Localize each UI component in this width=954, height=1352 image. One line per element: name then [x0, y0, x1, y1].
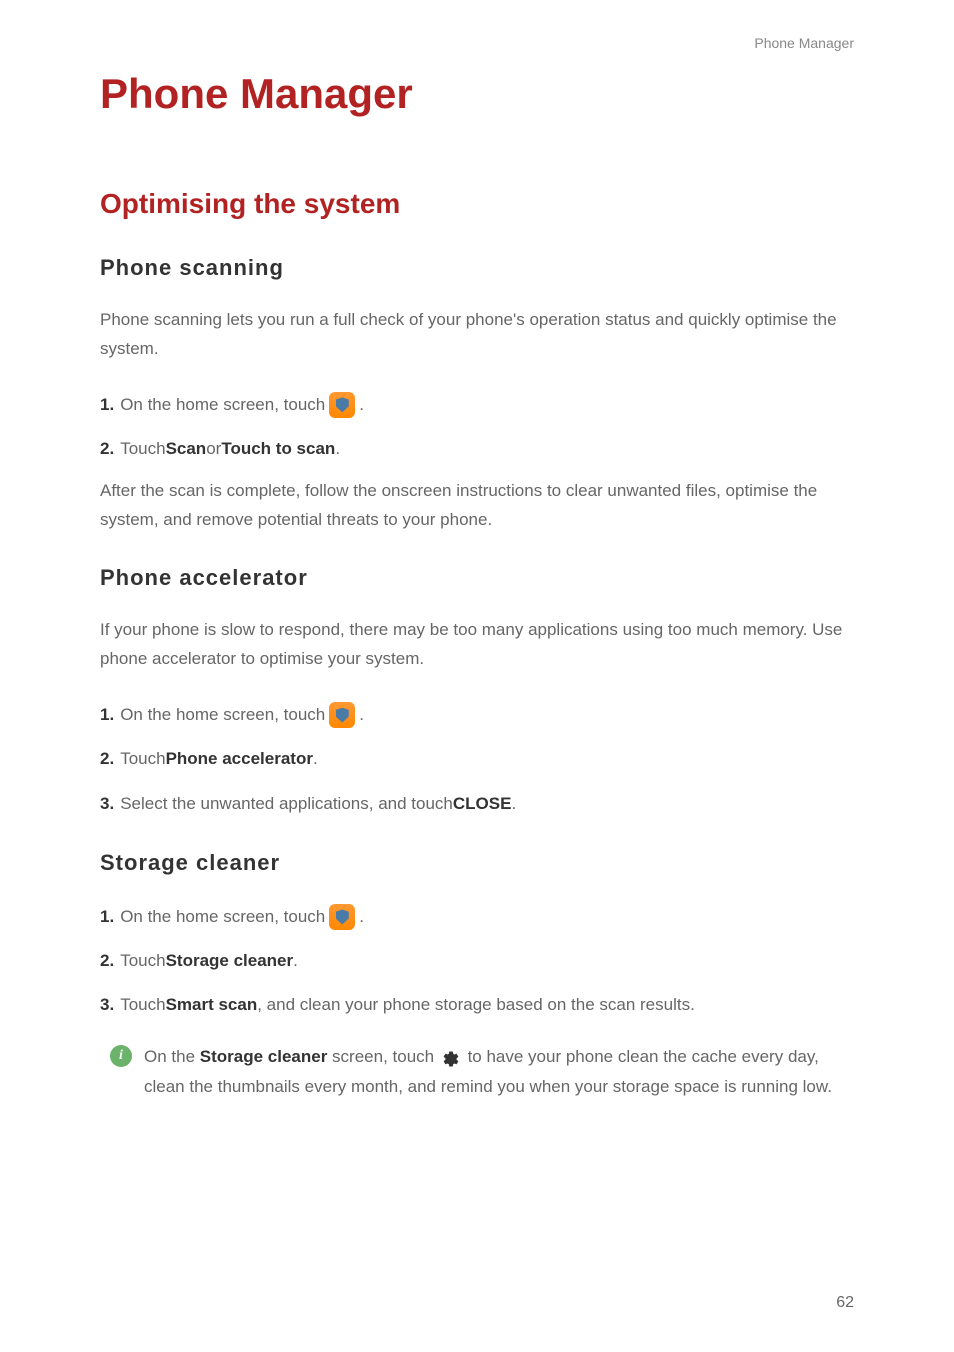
- step-text: Touch: [120, 989, 165, 1021]
- step-text: .: [313, 743, 318, 775]
- storage-cleaner-step1: 1. On the home screen, touch .: [100, 901, 854, 933]
- storage-cleaner-title: Storage cleaner: [100, 850, 854, 876]
- scan-label: Scan: [166, 433, 207, 465]
- storage-cleaner-section: Storage cleaner 1. On the home screen, t…: [100, 850, 854, 1103]
- shield-icon: [336, 397, 349, 412]
- shield-icon: [336, 909, 349, 924]
- close-label: CLOSE: [453, 788, 512, 820]
- header-breadcrumb: Phone Manager: [754, 35, 854, 51]
- section-title: Optimising the system: [100, 188, 854, 220]
- tip-text: On the Storage cleaner screen, touch to …: [144, 1042, 854, 1103]
- step-number: 1.: [100, 699, 114, 731]
- step-text: Select the unwanted applications, and to…: [120, 788, 453, 820]
- tip-mid: screen, touch: [327, 1047, 439, 1066]
- phone-scanning-step2: 2. Touch Scan or Touch to scan .: [100, 433, 854, 465]
- step-period: .: [359, 389, 364, 421]
- shield-icon: [336, 708, 349, 723]
- phone-manager-app-icon: [329, 904, 355, 930]
- storage-cleaner-step3: 3. Touch Smart scan , and clean your pho…: [100, 989, 854, 1021]
- phone-accelerator-label: Phone accelerator: [166, 743, 313, 775]
- page-number: 62: [836, 1294, 854, 1312]
- step-text: .: [293, 945, 298, 977]
- step-text: Touch: [120, 743, 165, 775]
- step-text: or: [206, 433, 221, 465]
- phone-scanning-section: Phone scanning Phone scanning lets you r…: [100, 255, 854, 535]
- storage-cleaner-tip: i On the Storage cleaner screen, touch t…: [110, 1042, 854, 1103]
- step-number: 2.: [100, 743, 114, 775]
- step-period: .: [359, 901, 364, 933]
- page-title: Phone Manager: [100, 70, 854, 118]
- step-text: .: [335, 433, 340, 465]
- step-number: 1.: [100, 901, 114, 933]
- step-number: 3.: [100, 788, 114, 820]
- step-text: On the home screen, touch: [120, 389, 325, 421]
- storage-cleaner-label: Storage cleaner: [200, 1047, 328, 1066]
- step-text: .: [511, 788, 516, 820]
- gear-icon: [442, 1048, 460, 1066]
- phone-manager-app-icon: [329, 702, 355, 728]
- step-text: On the home screen, touch: [120, 901, 325, 933]
- step-period: .: [359, 699, 364, 731]
- smart-scan-label: Smart scan: [166, 989, 258, 1021]
- storage-cleaner-step2: 2. Touch Storage cleaner .: [100, 945, 854, 977]
- tip-pre: On the: [144, 1047, 200, 1066]
- step-text: Touch: [120, 433, 165, 465]
- phone-accelerator-intro: If your phone is slow to respond, there …: [100, 616, 854, 674]
- step-number: 1.: [100, 389, 114, 421]
- phone-scanning-title: Phone scanning: [100, 255, 854, 281]
- step-text: On the home screen, touch: [120, 699, 325, 731]
- phone-scanning-intro: Phone scanning lets you run a full check…: [100, 306, 854, 364]
- storage-cleaner-label: Storage cleaner: [166, 945, 294, 977]
- phone-accelerator-step1: 1. On the home screen, touch .: [100, 699, 854, 731]
- phone-accelerator-title: Phone accelerator: [100, 565, 854, 591]
- phone-accelerator-step2: 2. Touch Phone accelerator .: [100, 743, 854, 775]
- phone-accelerator-section: Phone accelerator If your phone is slow …: [100, 565, 854, 820]
- phone-scanning-step1: 1. On the home screen, touch .: [100, 389, 854, 421]
- touch-to-scan-label: Touch to scan: [221, 433, 335, 465]
- step-text: , and clean your phone storage based on …: [257, 989, 695, 1021]
- step-text: Touch: [120, 945, 165, 977]
- info-icon: i: [110, 1045, 132, 1067]
- phone-scanning-outro: After the scan is complete, follow the o…: [100, 477, 854, 535]
- step-number: 2.: [100, 945, 114, 977]
- step-number: 2.: [100, 433, 114, 465]
- step-number: 3.: [100, 989, 114, 1021]
- phone-accelerator-step3: 3. Select the unwanted applications, and…: [100, 788, 854, 820]
- phone-manager-app-icon: [329, 392, 355, 418]
